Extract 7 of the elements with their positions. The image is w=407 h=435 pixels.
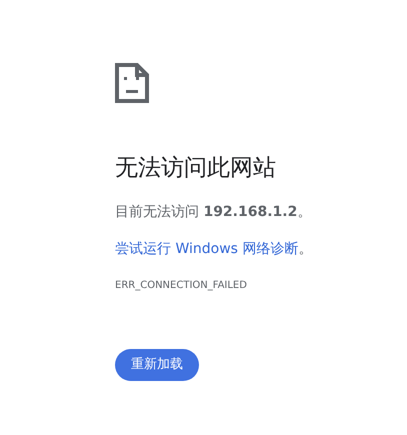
error-code: ERR_CONNECTION_FAILED <box>115 279 247 293</box>
sentence-period: 。 <box>298 240 312 259</box>
reload-button[interactable]: 重新加载 <box>115 349 199 381</box>
diagnostics-link[interactable]: 尝试运行 Windows 网络诊断 <box>115 239 298 259</box>
error-description: 目前无法访问 192.168.1.2。 <box>115 203 312 222</box>
error-title: 无法访问此网站 <box>115 154 276 183</box>
sad-page-icon <box>115 63 149 103</box>
